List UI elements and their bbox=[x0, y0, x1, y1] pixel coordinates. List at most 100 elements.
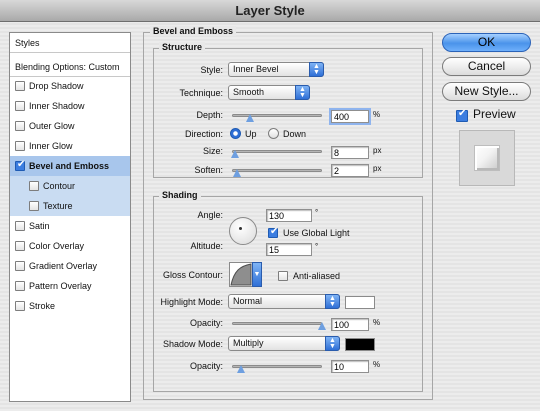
altitude-label: Altitude: bbox=[190, 241, 223, 251]
style-enable-checkbox[interactable] bbox=[15, 280, 25, 291]
shadow-mode-value: Multiply bbox=[233, 338, 264, 348]
direction-down-label: Down bbox=[283, 129, 307, 139]
styles-list-item[interactable]: Outer Glow bbox=[10, 116, 130, 136]
styles-list-label: Inner Glow bbox=[29, 141, 73, 151]
shadow-mode-select[interactable]: Multiply ▲ ▼ bbox=[228, 336, 340, 351]
angle-field[interactable] bbox=[266, 209, 312, 222]
style-enable-checkbox[interactable] bbox=[15, 159, 25, 171]
angle-dial[interactable] bbox=[229, 217, 257, 245]
style-enable-checkbox[interactable] bbox=[15, 120, 25, 131]
highlight-opacity-thumb[interactable] bbox=[318, 322, 327, 330]
select-arrows-icon: ▲ ▼ bbox=[309, 62, 324, 77]
highlight-mode-select[interactable]: Normal ▲ ▼ bbox=[228, 294, 340, 309]
angle-dial-indicator bbox=[239, 227, 242, 230]
styles-list-label: Texture bbox=[43, 201, 73, 211]
depth-field[interactable] bbox=[331, 110, 369, 123]
highlight-opacity-slider[interactable] bbox=[232, 322, 322, 325]
gloss-contour-label: Gloss Contour: bbox=[162, 270, 223, 280]
anti-aliased-checkbox[interactable] bbox=[278, 271, 288, 281]
style-enable-checkbox[interactable] bbox=[29, 180, 39, 191]
bevel-emboss-title: Bevel and Emboss bbox=[150, 26, 237, 36]
size-unit: px bbox=[373, 146, 382, 155]
styles-list-item[interactable]: Blending Options: Custom bbox=[10, 57, 130, 77]
direction-down-radio[interactable] bbox=[268, 128, 279, 139]
highlight-color-swatch[interactable] bbox=[345, 296, 375, 309]
select-arrows-icon: ▲ ▼ bbox=[325, 336, 340, 351]
style-enable-checkbox[interactable] bbox=[15, 240, 25, 251]
size-field[interactable] bbox=[331, 146, 369, 159]
style-select[interactable]: Inner Bevel ▲ ▼ bbox=[228, 62, 324, 77]
soften-field[interactable] bbox=[331, 164, 369, 177]
technique-select-value: Smooth bbox=[233, 87, 265, 97]
styles-list-item[interactable]: Color Overlay bbox=[10, 236, 130, 256]
styles-list-item[interactable]: Gradient Overlay bbox=[10, 256, 130, 276]
technique-label: Technique: bbox=[179, 88, 223, 98]
shadow-opacity-thumb[interactable] bbox=[237, 365, 246, 373]
depth-unit: % bbox=[373, 110, 381, 119]
soften-slider[interactable] bbox=[232, 169, 322, 172]
anti-aliased-label: Anti-aliased bbox=[293, 271, 341, 281]
size-slider[interactable] bbox=[232, 150, 322, 153]
altitude-unit: ° bbox=[315, 242, 319, 251]
depth-slider-thumb[interactable] bbox=[246, 114, 255, 122]
styles-list-label: Color Overlay bbox=[29, 241, 85, 251]
select-arrows-icon: ▲ ▼ bbox=[295, 85, 310, 100]
styles-list-item[interactable]: Inner Shadow bbox=[10, 96, 130, 116]
preview-checkbox[interactable] bbox=[456, 108, 468, 122]
contour-curve-icon bbox=[230, 263, 252, 286]
highlight-opacity-unit: % bbox=[373, 318, 381, 327]
size-slider-thumb[interactable] bbox=[230, 150, 240, 158]
styles-list-item[interactable]: Inner Glow bbox=[10, 136, 130, 156]
style-enable-checkbox[interactable] bbox=[15, 140, 25, 151]
styles-list-label: Pattern Overlay bbox=[29, 281, 92, 291]
styles-list-item[interactable]: Styles bbox=[10, 33, 130, 53]
ok-button[interactable]: OK bbox=[442, 33, 531, 52]
style-select-value: Inner Bevel bbox=[233, 64, 279, 74]
direction-up-radio[interactable] bbox=[230, 128, 241, 139]
cancel-button[interactable]: Cancel bbox=[442, 57, 531, 76]
styles-list-label: Inner Shadow bbox=[29, 101, 85, 111]
soften-slider-thumb[interactable] bbox=[233, 169, 242, 177]
new-style-button[interactable]: New Style... bbox=[442, 82, 531, 101]
soften-label: Soften: bbox=[194, 165, 223, 175]
style-enable-checkbox[interactable] bbox=[15, 260, 25, 271]
window-title: Layer Style bbox=[0, 0, 540, 22]
preview-label: Preview bbox=[473, 107, 516, 121]
style-enable-checkbox[interactable] bbox=[15, 100, 25, 111]
style-enable-checkbox[interactable] bbox=[15, 300, 25, 311]
styles-list-item[interactable]: Drop Shadow bbox=[10, 76, 130, 96]
styles-list-label: Styles bbox=[15, 38, 40, 48]
shadow-opacity-field[interactable] bbox=[331, 360, 369, 373]
highlight-opacity-field[interactable] bbox=[331, 318, 369, 331]
highlight-mode-label: Highlight Mode: bbox=[160, 297, 223, 307]
style-enable-checkbox[interactable] bbox=[15, 80, 25, 91]
styles-list-item[interactable]: Stroke bbox=[10, 296, 130, 316]
chevron-down-icon: ▼ bbox=[252, 262, 262, 287]
global-light-label: Use Global Light bbox=[283, 228, 350, 238]
styles-list-label: Blending Options: Custom bbox=[15, 62, 120, 72]
style-label: Style: bbox=[200, 65, 223, 75]
structure-title: Structure bbox=[159, 42, 206, 52]
altitude-field[interactable] bbox=[266, 243, 312, 256]
styles-list-label: Contour bbox=[43, 181, 76, 191]
styles-list-label: Stroke bbox=[29, 301, 56, 311]
styles-list-item[interactable]: Contour bbox=[10, 176, 130, 196]
styles-list-label: Outer Glow bbox=[29, 121, 75, 131]
style-enable-checkbox[interactable] bbox=[15, 220, 25, 231]
highlight-mode-value: Normal bbox=[233, 296, 263, 306]
select-arrows-icon: ▲ ▼ bbox=[325, 294, 340, 309]
styles-list-item[interactable]: Satin bbox=[10, 216, 130, 236]
gloss-contour-picker[interactable]: ▼ bbox=[229, 262, 262, 287]
technique-select[interactable]: Smooth ▲ ▼ bbox=[228, 85, 310, 100]
shadow-opacity-unit: % bbox=[373, 360, 381, 369]
shadow-color-swatch[interactable] bbox=[345, 338, 375, 351]
style-preview-thumbnail bbox=[459, 130, 515, 186]
depth-label: Depth: bbox=[196, 110, 223, 120]
highlight-opacity-label: Opacity: bbox=[189, 318, 223, 328]
styles-list-item[interactable]: Pattern Overlay bbox=[10, 276, 130, 296]
shading-title: Shading bbox=[159, 190, 201, 200]
style-enable-checkbox[interactable] bbox=[29, 200, 39, 211]
global-light-checkbox[interactable] bbox=[268, 226, 278, 238]
styles-list-item[interactable]: Texture bbox=[10, 196, 130, 216]
styles-list-item[interactable]: Bevel and Emboss bbox=[10, 156, 130, 176]
